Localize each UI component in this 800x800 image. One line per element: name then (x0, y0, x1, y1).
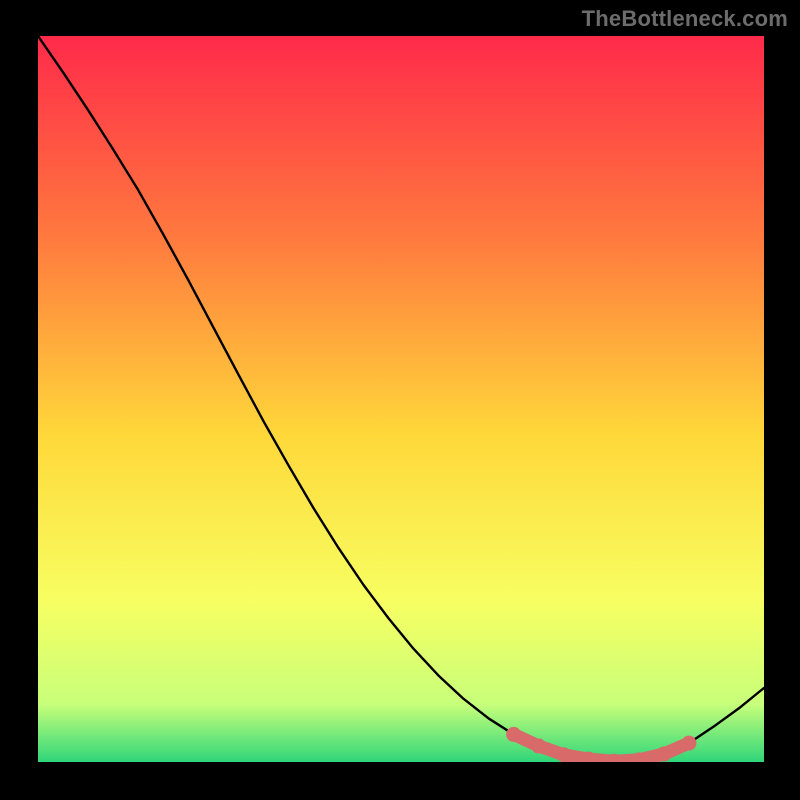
highlight-dot (531, 739, 546, 754)
highlight-dot (681, 736, 696, 751)
watermark-text: TheBottleneck.com (582, 6, 788, 32)
highlight-dot (556, 747, 571, 762)
gradient-background (38, 36, 764, 762)
chart-svg (38, 36, 764, 762)
plot-area (38, 36, 764, 762)
highlight-dot (506, 727, 521, 742)
chart-frame: TheBottleneck.com (0, 0, 800, 800)
highlight-dot (656, 747, 671, 762)
